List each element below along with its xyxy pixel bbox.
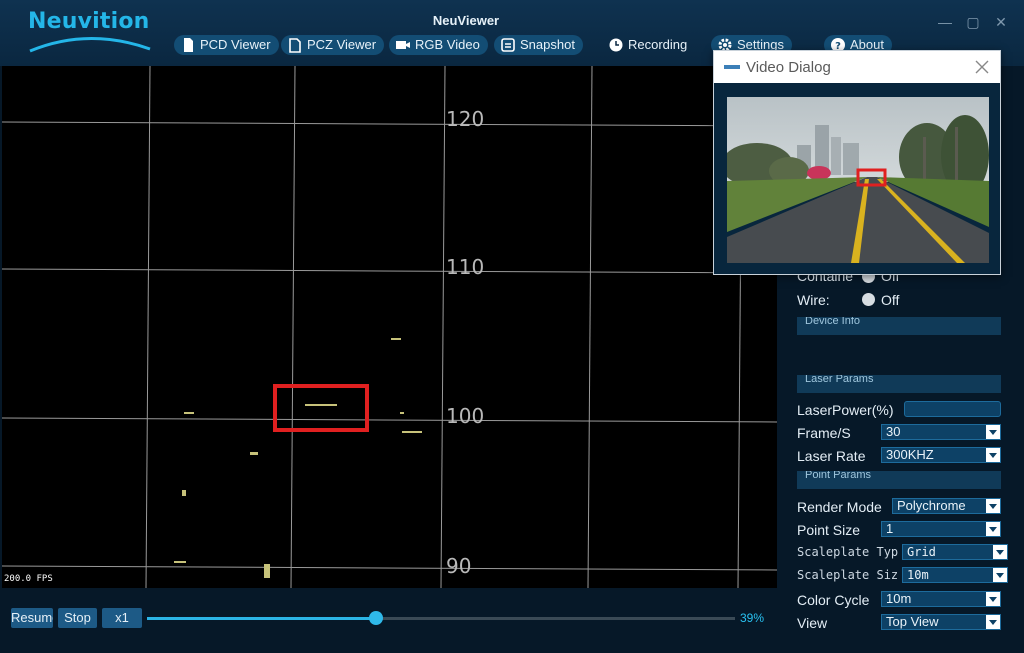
frame-rate-label: Frame/S bbox=[797, 425, 851, 441]
scaleplate-type-label: Scaleplate Typ bbox=[797, 545, 899, 559]
laser-rate-label: Laser Rate bbox=[797, 448, 866, 464]
road-scene-image bbox=[727, 97, 989, 263]
video-frame bbox=[727, 97, 989, 263]
chevron-down-icon bbox=[993, 568, 1007, 582]
tab-label: Recording bbox=[628, 37, 688, 52]
chevron-down-icon bbox=[986, 425, 1000, 439]
chevron-down-icon bbox=[986, 592, 1000, 606]
progress-slider-fill bbox=[147, 617, 377, 620]
tab-label: PCZ Viewer bbox=[307, 37, 377, 52]
point-size-select[interactable]: 1 bbox=[881, 521, 1001, 537]
dialog-title-bar[interactable]: Video Dialog bbox=[714, 51, 1000, 83]
progress-slider-track[interactable] bbox=[147, 617, 735, 620]
scaleplate-size-value: 10m bbox=[907, 568, 929, 582]
render-mode-label: Render Mode bbox=[797, 499, 882, 515]
scaleplate-type-select[interactable]: Grid bbox=[902, 544, 1008, 560]
point-cloud-viewport[interactable]: 120 110 100 90 200.0 FPS bbox=[2, 66, 777, 588]
tab-snapshot[interactable]: Snapshot bbox=[494, 35, 583, 55]
laser-rate-select[interactable]: 300KHZ bbox=[881, 447, 1001, 463]
tab-pcz-viewer[interactable]: PCZ Viewer bbox=[281, 35, 385, 55]
chevron-down-icon bbox=[993, 545, 1007, 559]
color-cycle-value: 10m bbox=[886, 591, 912, 606]
app-title: NeuViewer bbox=[432, 13, 500, 28]
video-dialog[interactable]: Video Dialog bbox=[713, 50, 1001, 275]
frame-rate-select[interactable]: 30 bbox=[881, 424, 1001, 440]
dialog-title: Video Dialog bbox=[746, 59, 831, 76]
clock-icon bbox=[609, 38, 623, 52]
close-icon[interactable]: ✕ bbox=[990, 12, 1012, 32]
scaleplate-size-label: Scaleplate Siz bbox=[797, 568, 899, 582]
section-device-info[interactable]: Device Info bbox=[797, 317, 1001, 335]
chevron-down-icon bbox=[986, 522, 1000, 536]
color-cycle-label: Color Cycle bbox=[797, 592, 870, 608]
section-point-params[interactable]: Point Params bbox=[797, 471, 1001, 489]
tab-label: RGB Video bbox=[415, 37, 480, 52]
chevron-down-icon bbox=[986, 499, 1000, 513]
scaleplate-type-value: Grid bbox=[907, 545, 936, 559]
view-value: Top View bbox=[886, 614, 939, 629]
grid-label-110: 110 bbox=[446, 255, 485, 279]
laser-rate-value: 300KHZ bbox=[886, 447, 934, 462]
render-mode-value: Polychrome bbox=[897, 498, 966, 513]
progress-percent: 39% bbox=[740, 611, 765, 625]
grid-label-100: 100 bbox=[446, 404, 485, 428]
frame-rate-value: 30 bbox=[886, 424, 901, 439]
view-select[interactable]: Top View bbox=[881, 614, 1001, 630]
detection-highlight-box bbox=[273, 384, 369, 432]
logo-swoosh-icon bbox=[29, 37, 151, 53]
scaleplate-size-select[interactable]: 10m bbox=[902, 567, 1008, 583]
stop-button[interactable]: Stop bbox=[58, 608, 97, 628]
grid-label-90: 90 bbox=[446, 554, 472, 578]
tab-label: PCD Viewer bbox=[200, 37, 271, 52]
wire-toggle[interactable] bbox=[862, 293, 875, 306]
render-mode-select[interactable]: Polychrome bbox=[892, 498, 1001, 514]
resume-button[interactable]: Resume bbox=[11, 608, 53, 628]
grid-canvas bbox=[2, 66, 777, 588]
fps-readout: 200.0 FPS bbox=[4, 574, 53, 584]
laser-power-label: LaserPower(%) bbox=[797, 402, 894, 418]
app-icon bbox=[724, 65, 740, 69]
tab-rgb-video[interactable]: RGB Video bbox=[389, 35, 488, 55]
video-camera-icon bbox=[396, 41, 410, 49]
chevron-down-icon bbox=[986, 615, 1000, 629]
grid-label-120: 120 bbox=[446, 107, 485, 131]
maximize-icon[interactable]: ▢ bbox=[962, 12, 984, 32]
wire-toggle-value: Off bbox=[881, 292, 900, 308]
view-label: View bbox=[797, 615, 828, 631]
close-icon[interactable] bbox=[972, 57, 992, 77]
point-size-value: 1 bbox=[886, 521, 894, 536]
point-size-label: Point Size bbox=[797, 522, 861, 538]
laser-power-input[interactable] bbox=[904, 401, 1001, 417]
file-icon bbox=[289, 38, 301, 53]
chevron-down-icon bbox=[986, 448, 1000, 462]
speed-button[interactable]: x1 bbox=[102, 608, 142, 628]
tab-pcd-viewer[interactable]: PCD Viewer bbox=[174, 35, 279, 55]
file-icon bbox=[184, 38, 193, 52]
tab-recording[interactable]: Recording bbox=[602, 35, 695, 55]
tab-label: Snapshot bbox=[520, 37, 575, 52]
color-cycle-select[interactable]: 10m bbox=[881, 591, 1001, 607]
wire-label: Wire: bbox=[797, 292, 830, 308]
section-laser-params[interactable]: Laser Params bbox=[797, 375, 1001, 393]
minimize-icon[interactable]: — bbox=[934, 12, 956, 32]
snapshot-icon bbox=[501, 38, 515, 52]
